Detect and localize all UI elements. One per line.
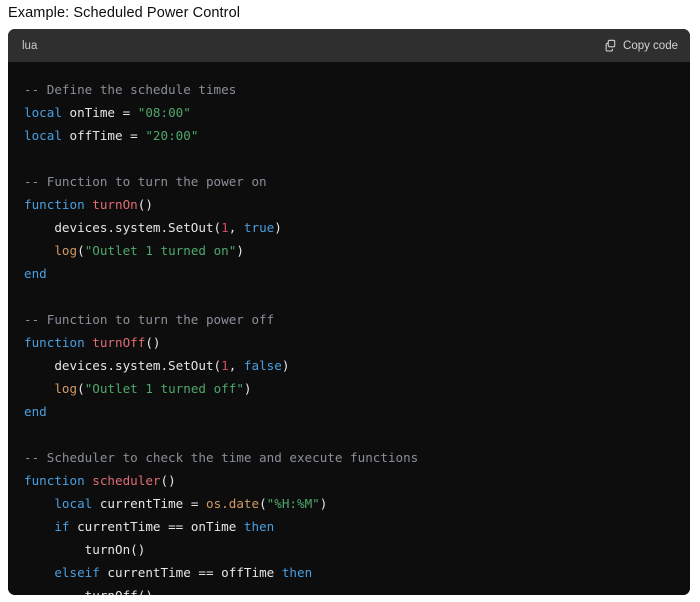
code-line: -- Function to turn the power on [24, 174, 267, 189]
code-token: ) [319, 496, 328, 511]
code-line: devices.system.SetOut(1, true) [24, 220, 282, 235]
code-block-header: lua Copy code [8, 29, 690, 62]
code-token: end [24, 404, 47, 419]
language-label: lua [22, 39, 38, 52]
code-token: -- Scheduler to check the time and execu… [24, 450, 419, 465]
page-title: Example: Scheduled Power Control [8, 5, 241, 21]
code-token: ( [77, 381, 85, 396]
code-line: devices.system.SetOut(1, false) [24, 358, 289, 373]
code-token: log [54, 243, 78, 258]
code-token: ) [236, 243, 244, 258]
code-token: ) [243, 381, 252, 396]
code-line: function scheduler() [24, 473, 176, 488]
code-token: local [24, 128, 62, 143]
code-token: currentTime = [92, 496, 206, 511]
code-token: true [243, 220, 275, 235]
code-token: false [243, 358, 282, 373]
code-token: function [24, 335, 85, 350]
code-token: ( [259, 496, 267, 511]
code-token: -- Define the schedule times [24, 82, 237, 97]
code-token: elseif [54, 565, 100, 580]
code-token: turnOff [92, 335, 146, 350]
code-token: local [54, 496, 93, 511]
code-line: turnOn() [24, 542, 146, 557]
code-line: elseif currentTime == offTime then [24, 565, 312, 580]
code-block: lua Copy code -- Define the schedule tim… [8, 29, 690, 595]
code-token: () [160, 473, 176, 488]
code-line: -- Define the schedule times [24, 82, 236, 97]
code-token: "20:00" [145, 128, 199, 143]
code-token: devices.system.SetOut( [24, 358, 222, 373]
code-token: local [24, 105, 62, 120]
code-token: 1 [221, 358, 229, 373]
copy-code-label: Copy code [623, 39, 678, 52]
code-line: -- Function to turn the power off [24, 312, 274, 327]
code-line: end [24, 266, 47, 281]
code-line: log("Outlet 1 turned off") [24, 381, 252, 396]
code-token: -- Function to turn the power off [24, 312, 275, 327]
code-token: function [24, 473, 85, 488]
code-token: "%H:%M" [266, 496, 320, 511]
copy-icon [604, 39, 617, 52]
code-token: -- Function to turn the power on [24, 174, 267, 189]
code-line: -- Scheduler to check the time and execu… [24, 450, 418, 465]
code-token: offTime = [61, 128, 146, 143]
code-line: function turnOff() [24, 335, 161, 350]
code-line: log("Outlet 1 turned on") [24, 243, 244, 258]
code-token: turnOn [92, 197, 138, 212]
code-token: turnOn() [24, 542, 146, 557]
code-line: turnOff() [24, 588, 153, 595]
code-token: onTime = [61, 105, 138, 120]
code-token: log [54, 381, 78, 396]
code-token: "08:00" [137, 105, 191, 120]
code-token: currentTime == offTime [99, 565, 282, 580]
code-token: end [24, 266, 47, 281]
code-line: if currentTime == onTime then [24, 519, 274, 534]
code-token: ) [274, 220, 282, 235]
code-token: then [281, 565, 313, 580]
code-token: if [54, 519, 70, 534]
code-token: , [228, 220, 244, 235]
code-token: "Outlet 1 turned on" [84, 243, 237, 258]
code-token: () [137, 197, 153, 212]
code-token: () [145, 335, 161, 350]
code-line: local onTime = "08:00" [24, 105, 191, 120]
code-token: turnOff() [24, 588, 153, 595]
code-line: end [24, 404, 47, 419]
code-token: scheduler [92, 473, 161, 488]
code-scroll-area[interactable]: -- Define the schedule times local onTim… [8, 62, 690, 595]
code-line: function turnOn() [24, 197, 153, 212]
code-token: ) [281, 358, 290, 373]
code-token: ( [77, 243, 85, 258]
copy-code-button[interactable]: Copy code [604, 39, 678, 52]
code-line: local offTime = "20:00" [24, 128, 198, 143]
code-line: local currentTime = os.date("%H:%M") [24, 496, 327, 511]
code-content: -- Define the schedule times local onTim… [8, 78, 690, 595]
code-token: , [228, 358, 244, 373]
code-token: then [243, 519, 275, 534]
code-token: "Outlet 1 turned off" [84, 381, 244, 396]
code-token: function [24, 197, 85, 212]
code-token: currentTime == onTime [69, 519, 244, 534]
code-token: 1 [221, 220, 229, 235]
code-token: os.date [206, 496, 260, 511]
code-token: devices.system.SetOut( [24, 220, 222, 235]
